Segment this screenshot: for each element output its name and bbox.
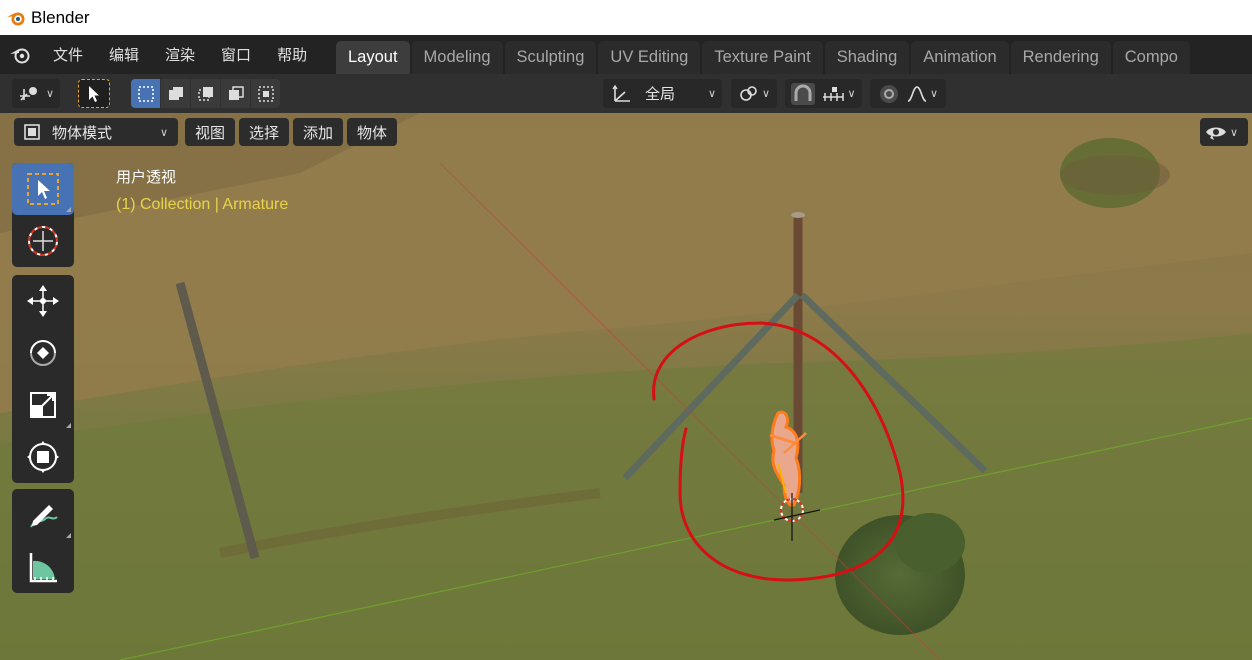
tool-select-box[interactable] <box>12 163 74 215</box>
blender-logo-icon <box>10 48 30 63</box>
3d-viewport[interactable]: 物体模式 ∨ 视图 选择 添加 物体 ∨ 用户透视 (1) Collection… <box>0 113 1252 660</box>
select-subtract-icon <box>197 86 213 101</box>
tab-sculpting[interactable]: Sculpting <box>504 41 597 74</box>
snap-group: ∨ <box>785 79 862 108</box>
object-mode-label: 物体模式 <box>52 123 113 142</box>
blender-logo-icon <box>7 12 25 25</box>
select-subtract-button[interactable] <box>191 79 220 108</box>
tab-uv-editing[interactable]: UV Editing <box>598 41 701 74</box>
menu-render[interactable]: 渲染 <box>152 35 208 74</box>
orientation-icon <box>612 84 630 102</box>
window-titlebar: Blender <box>0 0 1252 35</box>
menu-view[interactable]: 视图 <box>185 118 236 146</box>
tab-compositing[interactable]: Compo <box>1112 41 1190 74</box>
tool-submenu-indicator <box>66 207 71 212</box>
chevron-down-icon: ∨ <box>761 87 771 100</box>
menu-file[interactable]: 文件 <box>40 35 96 74</box>
menu-window[interactable]: 窗口 <box>208 35 264 74</box>
select-tool-button[interactable] <box>78 79 110 108</box>
viewport-collection-label: (1) Collection | Armature <box>116 196 289 213</box>
tab-shading[interactable]: Shading <box>824 41 910 74</box>
visibility-dropdown[interactable]: ∨ <box>1200 118 1248 146</box>
window-title: Blender <box>31 7 90 27</box>
toolbar-select-group <box>12 163 74 267</box>
select-intersect-button[interactable] <box>251 79 280 108</box>
proportional-edit-icon[interactable] <box>878 83 900 105</box>
tab-modeling[interactable]: Modeling <box>411 41 503 74</box>
pivot-point-dropdown[interactable]: ∨ <box>731 79 777 108</box>
measure-icon <box>29 553 57 583</box>
object-mode-dropdown[interactable]: 物体模式 ∨ <box>14 118 178 146</box>
menu-add[interactable]: 添加 <box>293 118 344 146</box>
tool-measure[interactable] <box>12 541 74 593</box>
snap-icon[interactable] <box>791 82 816 105</box>
menu-object[interactable]: 物体 <box>347 118 398 146</box>
menu-select[interactable]: 选择 <box>239 118 290 146</box>
top-bar: 文件 编辑 渲染 窗口 帮助 Layout Modeling Sculpting… <box>0 35 1252 74</box>
cursor-icon <box>28 226 58 256</box>
chevron-down-icon: ∨ <box>847 87 856 100</box>
snap-increment-icon[interactable] <box>821 85 845 103</box>
select-extend-icon <box>168 86 183 100</box>
select-box-icon <box>27 173 59 205</box>
select-mode-group <box>131 79 281 108</box>
tool-rotate[interactable] <box>12 327 74 379</box>
tab-rendering[interactable]: Rendering <box>1010 41 1111 74</box>
chevron-down-icon: ∨ <box>159 125 168 139</box>
tool-submenu-indicator <box>66 533 71 538</box>
toolbar-transform-group <box>12 275 74 483</box>
tool-submenu-indicator <box>66 423 71 428</box>
falloff-curve-icon[interactable] <box>906 85 928 103</box>
editor-type-icon <box>19 86 37 101</box>
pivot-link-icon <box>740 85 757 101</box>
menu-edit[interactable]: 编辑 <box>96 35 152 74</box>
annotate-icon <box>30 505 58 528</box>
select-intersect-icon <box>257 85 274 102</box>
chevron-down-icon: ∨ <box>45 87 55 100</box>
tool-transform[interactable] <box>12 431 74 483</box>
cursor-arrow-icon <box>89 85 99 102</box>
scale-icon <box>30 392 56 418</box>
select-new-button[interactable] <box>131 79 160 108</box>
tab-animation[interactable]: Animation <box>911 41 1009 74</box>
tool-header: ∨ 全局 ∨ ∨ ∨ ∨ <box>0 74 1252 113</box>
select-invert-button[interactable] <box>221 79 250 108</box>
chevron-down-icon: ∨ <box>929 87 939 100</box>
rotate-icon <box>30 340 56 366</box>
orientation-label: 全局 <box>645 85 676 103</box>
visibility-icon <box>1206 127 1226 140</box>
tool-scale[interactable] <box>12 379 74 431</box>
workspace-tabs: Layout Modeling Sculpting UV Editing Tex… <box>336 41 1192 74</box>
chevron-down-icon: ∨ <box>1230 125 1239 139</box>
select-invert-icon <box>228 85 244 100</box>
transform-orientation-dropdown[interactable]: 全局 ∨ <box>603 79 722 108</box>
tool-annotate[interactable] <box>12 489 74 541</box>
toolbar-annotate-group <box>12 489 74 593</box>
chevron-down-icon: ∨ <box>707 87 716 100</box>
menu-help[interactable]: 帮助 <box>264 35 320 74</box>
move-icon <box>27 285 59 317</box>
tool-cursor[interactable] <box>12 215 74 267</box>
tool-move[interactable] <box>12 275 74 327</box>
tab-texture-paint[interactable]: Texture Paint <box>702 41 823 74</box>
object-mode-icon <box>24 124 40 140</box>
transform-icon <box>27 441 59 473</box>
proportional-edit-group: ∨ <box>870 79 946 108</box>
blender-menu-button[interactable] <box>0 35 40 74</box>
viewport-perspective-label: 用户透视 <box>116 168 177 186</box>
select-new-icon <box>137 85 154 102</box>
editor-type-dropdown[interactable]: ∨ <box>12 79 60 108</box>
tab-layout[interactable]: Layout <box>336 41 410 74</box>
select-extend-button[interactable] <box>161 79 190 108</box>
